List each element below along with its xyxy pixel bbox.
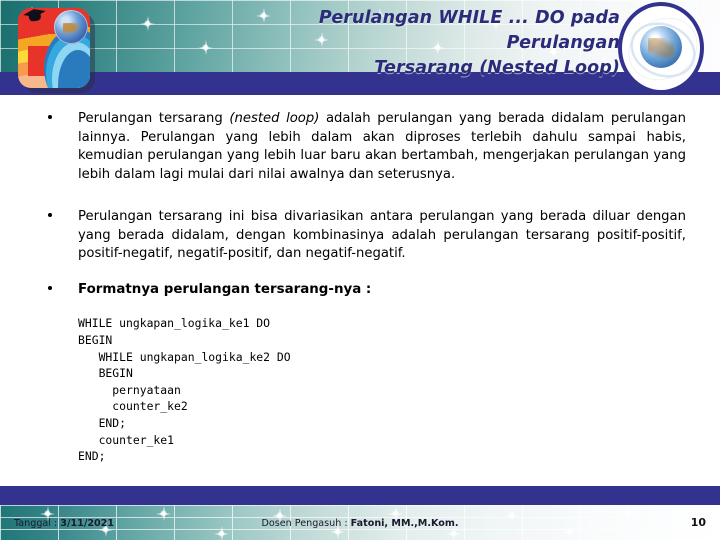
bullet-text-2: Perulangan tersarang ini bisa divariasik… <box>78 209 686 262</box>
logo-globe-icon <box>54 10 88 44</box>
university-logo <box>18 8 96 94</box>
bullet-marker-icon <box>48 213 52 217</box>
slide-footer: Tanggal : 3/11/2021 Dosen Pengasuh : Fat… <box>0 486 720 540</box>
slide-header: Perulangan WHILE ... DO pada Perulangan T… <box>0 0 720 96</box>
page-title: Perulangan WHILE ... DO pada Perulangan T… <box>250 6 620 81</box>
sparkle-icon <box>330 524 345 539</box>
page-number: 10 <box>690 516 706 529</box>
sparkle-icon <box>140 16 155 31</box>
sparkle-icon <box>446 526 461 540</box>
bullet-marker-icon <box>48 286 52 290</box>
sparkle-icon <box>214 526 229 540</box>
slide: Perulangan WHILE ... DO pada Perulangan T… <box>0 0 720 540</box>
page-title-line-2: Tersarang (Nested Loop) <box>374 58 620 78</box>
bullet-text-3: Formatnya perulangan tersarang-nya : <box>78 282 372 297</box>
code-block: WHILE ungkapan_logika_ke1 DO BEGIN WHILE… <box>78 316 291 464</box>
bullet-marker-icon <box>48 115 52 119</box>
slide-content: Perulangan tersarang (nested loop) adala… <box>0 96 720 486</box>
sparkle-icon <box>678 526 693 540</box>
sparkle-icon <box>562 524 577 539</box>
footer-blue-band <box>0 486 720 505</box>
sparkle-icon <box>198 40 213 55</box>
globe-medallion <box>618 2 708 94</box>
bullet-text-1: Perulangan tersarang (nested loop) adala… <box>78 111 687 182</box>
page-title-line-1: Perulangan WHILE ... DO pada Perulangan <box>318 8 620 53</box>
